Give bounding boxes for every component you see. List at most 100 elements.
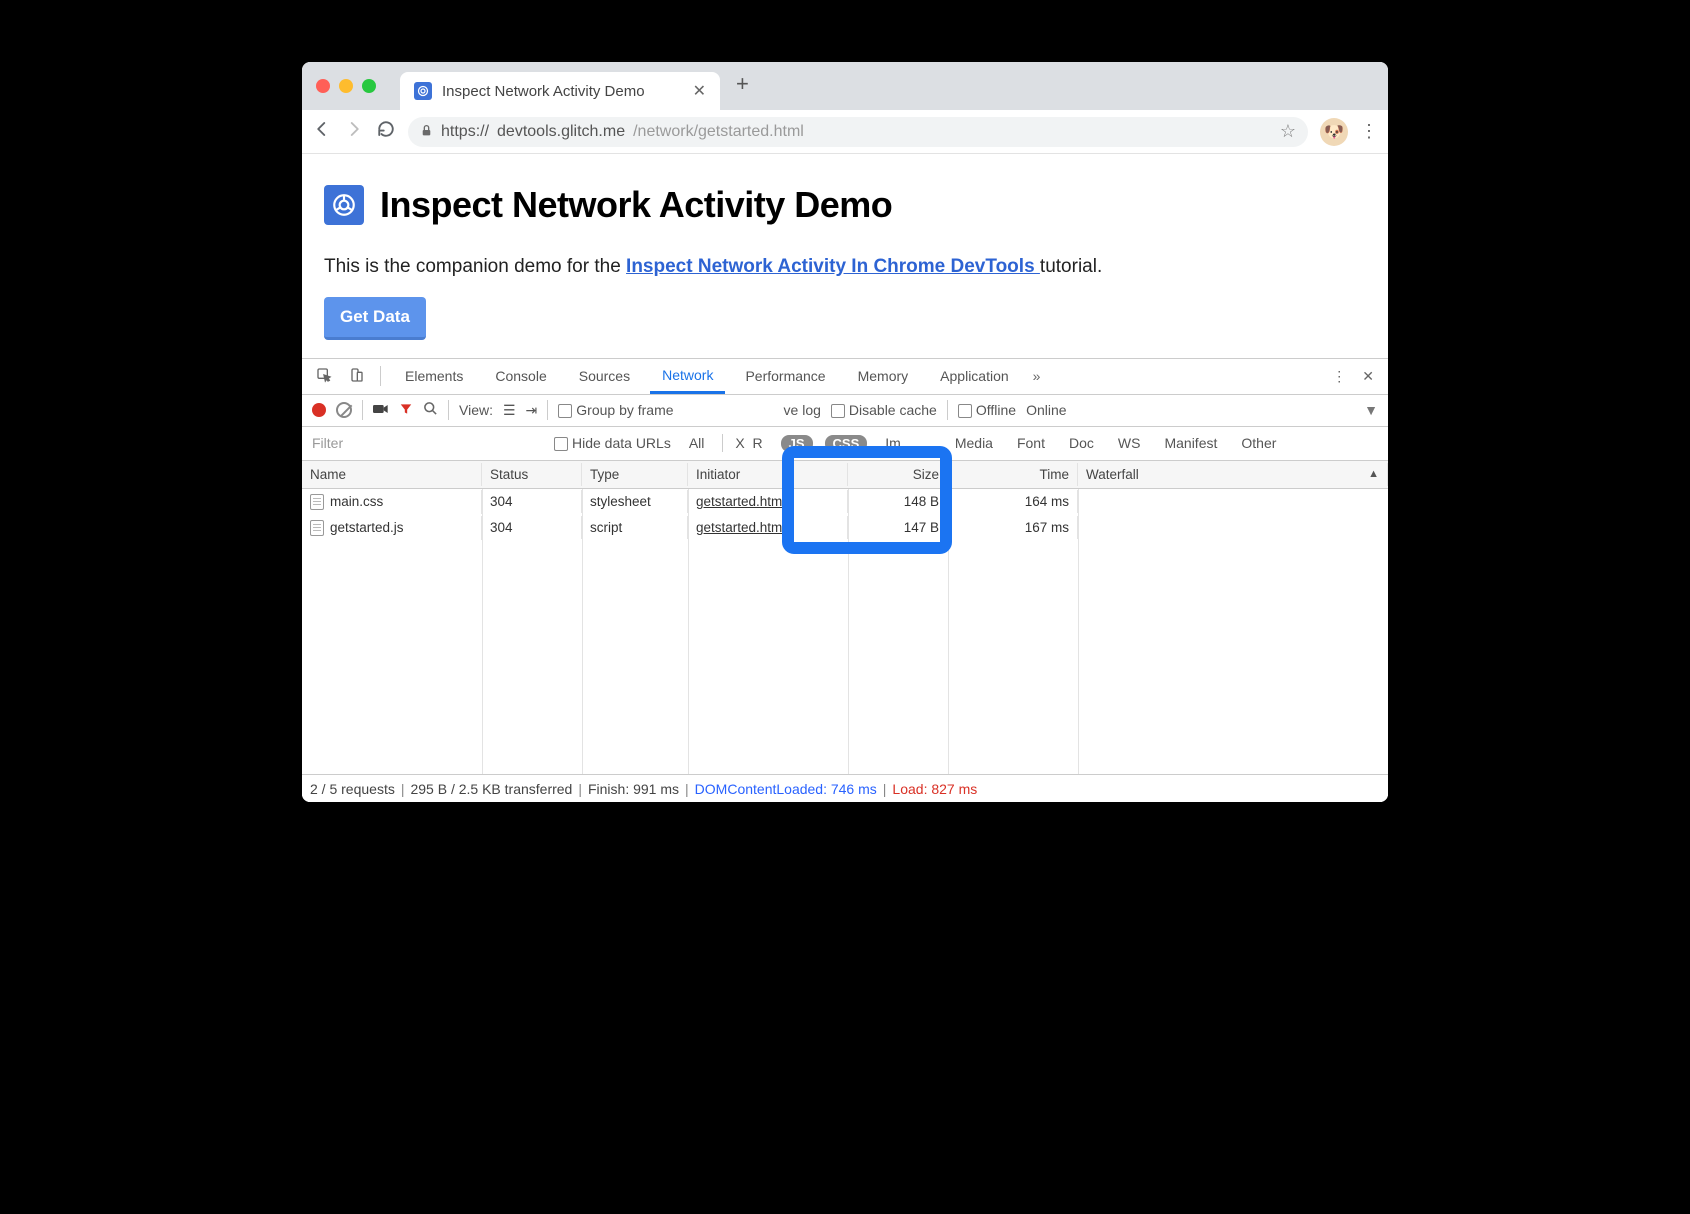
intro-text-before: This is the companion demo for the (324, 256, 626, 277)
col-type[interactable]: Type (582, 463, 688, 486)
url-host: devtools.glitch.me (497, 123, 625, 141)
cell-initiator[interactable]: getstarted.html (696, 520, 785, 535)
tutorial-link[interactable]: Inspect Network Activity In Chrome DevTo… (626, 256, 1040, 277)
favicon-icon (414, 82, 432, 100)
status-load: Load: 827 ms (892, 781, 977, 797)
more-tabs-icon[interactable]: » (1029, 368, 1045, 384)
close-tab-icon[interactable]: ✕ (693, 81, 706, 101)
filter-type-all[interactable]: All (683, 434, 711, 452)
network-filter-row: Hide data URLs All X R JS CSS Im Media F… (302, 427, 1388, 461)
page-content: Inspect Network Activity Demo This is th… (302, 154, 1388, 358)
filter-type-other[interactable]: Other (1235, 434, 1282, 452)
inspect-element-icon[interactable] (312, 367, 336, 386)
forward-button[interactable] (344, 120, 364, 143)
filter-input[interactable] (312, 435, 542, 451)
devtools-panel: Elements Console Sources Network Perform… (302, 358, 1388, 802)
browser-toolbar: https://devtools.glitch.me/network/getst… (302, 110, 1388, 154)
tab-elements[interactable]: Elements (393, 359, 475, 394)
col-name[interactable]: Name (302, 463, 482, 486)
filter-type-js[interactable]: JS (781, 435, 813, 452)
filter-type-img[interactable]: Im (879, 434, 907, 452)
filter-type-manifest[interactable]: Manifest (1158, 434, 1223, 452)
filter-type-ws[interactable]: WS (1112, 434, 1147, 452)
toolbar-more-icon[interactable]: ▼ (1364, 402, 1378, 418)
close-window-button[interactable] (316, 79, 330, 93)
cell-time: 167 ms (948, 516, 1078, 539)
tab-network[interactable]: Network (650, 359, 725, 394)
cell-status: 304 (482, 516, 582, 539)
browser-tab[interactable]: Inspect Network Activity Demo ✕ (400, 72, 720, 110)
group-by-frame-label: Group by frame (576, 402, 673, 418)
filter-type-xhr[interactable]: X R (722, 434, 768, 452)
camera-icon[interactable] (373, 402, 389, 418)
view-label: View: (459, 402, 493, 418)
filter-type-media[interactable]: Media (949, 434, 999, 452)
intro-text-after: tutorial. (1040, 256, 1102, 277)
profile-avatar[interactable]: 🐶 (1320, 118, 1348, 146)
devtools-menu-icon[interactable]: ⋮ (1328, 368, 1350, 385)
hide-data-urls-checkbox[interactable]: Hide data URLs (554, 435, 671, 451)
page-title: Inspect Network Activity Demo (380, 184, 892, 226)
window-controls (316, 62, 400, 110)
back-button[interactable] (312, 120, 332, 143)
table-body: main.css 304 stylesheet getstarted.html … (302, 489, 1388, 774)
cell-type: script (582, 516, 688, 539)
file-icon (310, 494, 324, 510)
col-waterfall[interactable]: Waterfall▲ (1078, 463, 1388, 486)
page-intro: This is the companion demo for the Inspe… (324, 254, 1366, 281)
filter-toggle-icon[interactable] (399, 402, 413, 419)
device-toolbar-icon[interactable] (344, 367, 368, 386)
offline-checkbox[interactable]: Offline (958, 402, 1016, 418)
cell-size: 147 B (848, 516, 948, 539)
col-time[interactable]: Time (948, 463, 1078, 486)
cell-type: stylesheet (582, 490, 688, 513)
address-bar[interactable]: https://devtools.glitch.me/network/getst… (408, 117, 1308, 147)
cell-name: getstarted.js (330, 520, 404, 535)
col-initiator[interactable]: Initiator (688, 463, 848, 486)
record-button[interactable] (312, 403, 326, 417)
table-header: Name Status Type Initiator Size Time Wat… (302, 461, 1388, 489)
devtools-tabs: Elements Console Sources Network Perform… (302, 359, 1388, 395)
tab-memory[interactable]: Memory (846, 359, 921, 394)
maximize-window-button[interactable] (362, 79, 376, 93)
url-path: /network/getstarted.html (633, 123, 804, 141)
disable-cache-label: Disable cache (849, 402, 937, 418)
page-logo-icon (324, 185, 364, 225)
status-requests: 2 / 5 requests (310, 781, 395, 797)
col-status[interactable]: Status (482, 463, 582, 486)
overview-icon[interactable]: ⇥ (526, 402, 538, 419)
cell-initiator[interactable]: getstarted.html (696, 494, 785, 509)
throttling-select[interactable]: Online (1026, 402, 1066, 418)
table-row[interactable]: getstarted.js 304 script getstarted.html… (302, 515, 1388, 541)
cell-size: 148 B (848, 490, 948, 513)
tab-application[interactable]: Application (928, 359, 1021, 394)
preserve-log-checkbox[interactable]: ve log (784, 402, 821, 418)
browser-menu-button[interactable]: ⋮ (1360, 121, 1378, 142)
col-size[interactable]: Size (848, 463, 948, 486)
search-icon[interactable] (423, 401, 438, 419)
filter-type-font[interactable]: Font (1011, 434, 1051, 452)
tab-sources[interactable]: Sources (567, 359, 642, 394)
table-row[interactable]: main.css 304 stylesheet getstarted.html … (302, 489, 1388, 515)
network-table: Name Status Type Initiator Size Time Wat… (302, 461, 1388, 774)
hide-data-urls-label: Hide data URLs (572, 435, 671, 451)
new-tab-button[interactable]: + (720, 71, 765, 97)
group-by-frame-checkbox[interactable]: Group by frame (558, 402, 673, 418)
network-status-bar: 2 / 5 requests | 295 B / 2.5 KB transfer… (302, 774, 1388, 802)
tab-strip: Inspect Network Activity Demo ✕ + (302, 62, 1388, 110)
cell-time: 164 ms (948, 490, 1078, 513)
clear-button[interactable] (336, 402, 352, 418)
get-data-button[interactable]: Get Data (324, 297, 426, 340)
filter-type-css[interactable]: CSS (825, 435, 868, 452)
bookmark-star-icon[interactable]: ☆ (1280, 121, 1296, 142)
tab-performance[interactable]: Performance (733, 359, 837, 394)
preserve-log-label: ve log (784, 402, 821, 418)
status-transferred: 295 B / 2.5 KB transferred (410, 781, 572, 797)
minimize-window-button[interactable] (339, 79, 353, 93)
reload-button[interactable] (376, 120, 396, 143)
close-devtools-icon[interactable]: ✕ (1358, 368, 1378, 385)
tab-console[interactable]: Console (483, 359, 558, 394)
filter-type-doc[interactable]: Doc (1063, 434, 1100, 452)
large-rows-icon[interactable]: ☰ (503, 402, 516, 419)
disable-cache-checkbox[interactable]: Disable cache (831, 402, 937, 418)
